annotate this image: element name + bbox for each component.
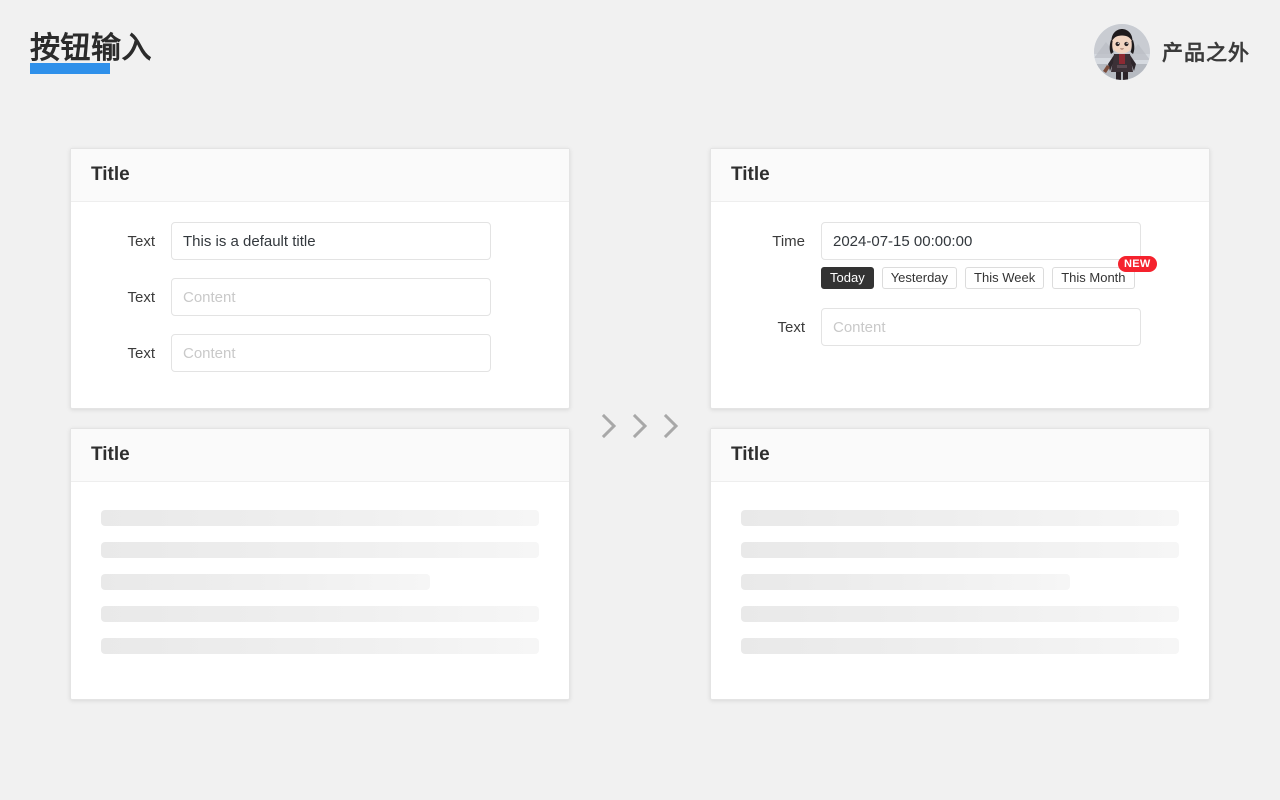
skeleton-placeholder-list xyxy=(71,482,569,654)
skeleton-bar xyxy=(101,638,539,654)
content-text-input-2[interactable] xyxy=(171,334,491,372)
card-title: Title xyxy=(91,164,130,185)
chevron-right-icon xyxy=(663,413,679,439)
skeleton-bar xyxy=(101,542,539,558)
card-title: Title xyxy=(731,164,770,185)
brand-name: 产品之外 xyxy=(1162,42,1250,65)
card-header: Title xyxy=(711,429,1209,482)
skeleton-bar xyxy=(741,574,1070,590)
form-row: Text xyxy=(71,222,571,260)
page-header: 按钮输入 产品之外 xyxy=(0,0,1280,110)
field-label: Text xyxy=(127,344,155,362)
skeleton-bar xyxy=(741,542,1179,558)
form-row-time: Time xyxy=(711,222,1211,260)
range-button-yesterday[interactable]: Yesterday xyxy=(881,267,958,289)
range-button-today[interactable]: Today xyxy=(821,267,874,289)
card-header: Title xyxy=(71,429,569,482)
new-badge: NEW xyxy=(1117,256,1157,272)
chibi-character-avatar xyxy=(1094,24,1150,80)
card-header: Title xyxy=(71,149,569,202)
skeleton-bar xyxy=(101,574,430,590)
form-row: Text xyxy=(71,334,571,372)
quick-range-group: Today Yesterday This Week This Month NEW xyxy=(821,256,1157,289)
card-bottom-right: Title xyxy=(710,428,1210,700)
range-button-this-month-wrap: This Month NEW xyxy=(1052,256,1157,289)
card-header: Title xyxy=(711,149,1209,202)
time-input[interactable] xyxy=(821,222,1141,260)
card-title: Title xyxy=(91,444,130,465)
field-label: Text xyxy=(127,232,155,250)
skeleton-bar xyxy=(741,638,1179,654)
card-top-left: Title Text Text Text xyxy=(70,148,570,409)
range-button-this-week[interactable]: This Week xyxy=(965,267,1045,289)
chevron-right-icon xyxy=(601,413,617,439)
title-text-input[interactable] xyxy=(171,222,491,260)
content-text-input[interactable] xyxy=(821,308,1141,346)
brand-block: 产品之外 xyxy=(1094,23,1250,81)
skeleton-bar xyxy=(101,510,539,526)
skeleton-bar xyxy=(741,606,1179,622)
avatar xyxy=(1094,24,1150,80)
card-title: Title xyxy=(731,444,770,465)
form-row: Text xyxy=(71,278,571,316)
skeleton-bar xyxy=(741,510,1179,526)
transition-arrows xyxy=(600,410,680,442)
time-label: Time xyxy=(772,232,805,250)
form-row-text: Text xyxy=(711,308,1211,346)
content-text-input-1[interactable] xyxy=(171,278,491,316)
card-bottom-left: Title xyxy=(70,428,570,700)
card-top-right: Title Time Today Yesterday This Week Thi… xyxy=(710,148,1210,409)
field-label: Text xyxy=(777,318,805,336)
skeleton-placeholder-list xyxy=(711,482,1209,654)
field-label: Text xyxy=(127,288,155,306)
skeleton-bar xyxy=(101,606,539,622)
page-title: 按钮输入 xyxy=(30,32,152,65)
chevron-right-icon xyxy=(632,413,648,439)
